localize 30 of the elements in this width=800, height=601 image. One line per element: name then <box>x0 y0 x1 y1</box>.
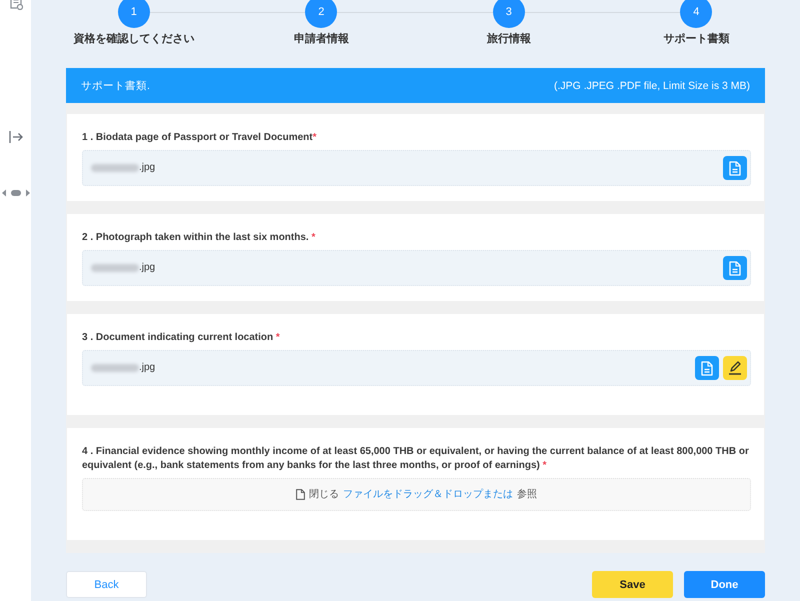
file-field[interactable]: .jpg <box>82 350 751 386</box>
document-icon <box>701 360 713 376</box>
document-icon <box>729 160 741 176</box>
pencil-icon <box>728 361 742 375</box>
file-drop-zone[interactable]: 閉じる ファイルをドラッグ＆ドロップまたは 参照 <box>82 478 751 511</box>
document-label: 2 . Photograph taken within the last six months. * <box>82 231 316 245</box>
view-file-button[interactable] <box>723 156 747 180</box>
step-label: サポート書類 <box>663 32 730 46</box>
file-limit-note: (.JPG .JPEG .PDF file, Limit Size is 3 MB) <box>554 78 750 92</box>
file-name: .jpg <box>139 162 156 174</box>
save-button[interactable]: Save <box>592 571 673 598</box>
view-file-button[interactable] <box>723 256 747 280</box>
file-icon <box>296 489 305 500</box>
step-label: 資格を確認してください <box>73 32 194 46</box>
document-label: 4 . Financial evidence showing monthly income of at least 65,000 THB or equivalent, or having the current balance of at least 800,000 THB or equivalent (e.g., bank statements from any banks for the last three months, or proof of earnings) * <box>82 445 750 473</box>
step-label: 申請者情報 <box>294 32 349 46</box>
close-text[interactable]: 閉じる <box>309 488 339 500</box>
browse-link[interactable]: 参照 <box>517 488 537 500</box>
edit-button[interactable] <box>723 356 747 380</box>
resize-handle-icon[interactable] <box>2 189 30 197</box>
panel-title: サポート書類. <box>81 78 150 92</box>
document-label: 3 . Document indicating current location * <box>82 331 281 345</box>
document-label: 1 . Biodata page of Passport or Travel Document* <box>82 131 318 145</box>
file-field[interactable]: .jpg <box>82 150 751 186</box>
file-name: .jpg <box>139 262 156 274</box>
expand-arrow-icon[interactable] <box>9 131 23 143</box>
file-name: .jpg <box>139 362 156 374</box>
file-field[interactable]: .jpg <box>82 250 751 286</box>
step-label: 旅行情報 <box>486 32 531 46</box>
document-icon <box>729 260 741 276</box>
